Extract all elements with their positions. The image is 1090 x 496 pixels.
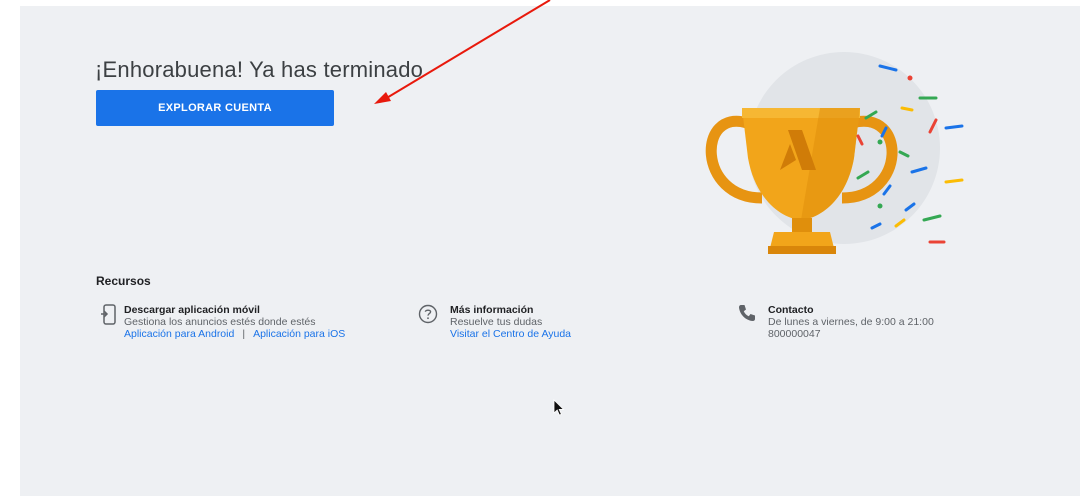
resource-contact-title: Contacto	[768, 304, 814, 316]
page-title: ¡Enhorabuena! Ya has terminado	[95, 56, 424, 82]
resource-info-title: Más información	[450, 304, 534, 316]
phone-icon	[739, 305, 755, 321]
trophy-icon	[705, 52, 940, 254]
android-app-link[interactable]: Aplicación para Android	[124, 328, 234, 340]
resource-mobile-title: Descargar aplicación móvil	[124, 304, 260, 316]
explore-account-button[interactable]: EXPLORAR CUENTA	[96, 90, 334, 126]
help-center-link[interactable]: Visitar el Centro de Ayuda	[450, 328, 571, 340]
resources-heading: Recursos	[96, 273, 151, 288]
mouse-cursor-icon	[553, 399, 565, 416]
ios-app-link[interactable]: Aplicación para iOS	[253, 328, 345, 340]
contact-phone-number: 800000047	[768, 328, 821, 340]
help-circle-icon	[418, 304, 438, 324]
resource-info-subtitle: Resuelve tus dudas	[450, 316, 543, 328]
resource-mobile-subtitle: Gestiona los anuncios estés donde estés	[124, 316, 316, 328]
phone-download-icon	[101, 304, 116, 325]
contact-hours: De lunes a viernes, de 9:00 a 21:00	[768, 316, 934, 328]
link-separator: |	[242, 328, 246, 340]
